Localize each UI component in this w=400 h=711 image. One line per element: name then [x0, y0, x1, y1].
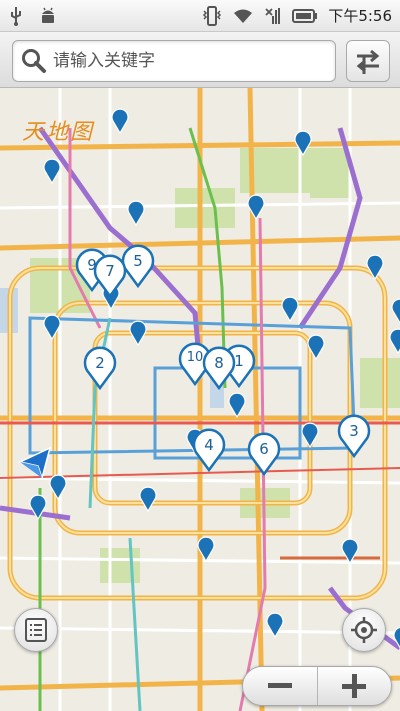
numbered-marker[interactable]: 8	[201, 346, 237, 391]
search-icon	[22, 49, 46, 73]
poi-marker[interactable]	[128, 320, 148, 346]
numbered-marker[interactable]: 3	[336, 414, 372, 459]
vibrate-icon	[203, 5, 222, 26]
clock: 下午5:56	[328, 7, 392, 25]
zoom-control	[242, 666, 392, 706]
poi-marker[interactable]	[280, 296, 300, 322]
no-signal-icon	[265, 7, 281, 24]
poi-marker[interactable]	[293, 130, 313, 156]
poi-marker[interactable]	[388, 328, 400, 354]
poi-marker[interactable]	[340, 538, 360, 564]
list-icon	[25, 618, 47, 642]
poi-marker[interactable]	[138, 486, 158, 512]
poi-marker[interactable]	[306, 334, 326, 360]
poi-marker[interactable]	[42, 314, 62, 340]
numbered-marker[interactable]: 2	[82, 346, 118, 391]
numbered-marker[interactable]: 4	[191, 428, 227, 473]
poi-marker[interactable]	[392, 626, 400, 652]
crosshair-icon	[351, 617, 377, 643]
status-bar: 下午5:56	[0, 0, 400, 32]
current-location-arrow-icon	[18, 446, 52, 480]
zoom-out-button[interactable]	[243, 667, 318, 705]
poi-marker[interactable]	[28, 494, 48, 520]
marker-label: 7	[105, 262, 115, 280]
marker-label: 2	[95, 354, 105, 372]
numbered-marker[interactable]: 6	[246, 432, 282, 477]
marker-label: 8	[214, 354, 224, 372]
poi-marker[interactable]	[110, 108, 130, 134]
marker-label: 4	[204, 436, 214, 454]
marker-label: 3	[349, 422, 359, 440]
android-debug-icon	[42, 7, 54, 23]
search-bar	[0, 32, 400, 88]
route-switch-icon	[356, 49, 380, 74]
list-button[interactable]	[14, 608, 58, 652]
zoom-in-button[interactable]	[318, 667, 392, 705]
search-input[interactable]	[53, 51, 323, 71]
route-button[interactable]	[346, 40, 390, 82]
poi-marker[interactable]	[126, 200, 146, 226]
marker-label: 6	[259, 440, 269, 458]
battery-icon	[292, 8, 318, 23]
poi-marker[interactable]	[265, 612, 285, 638]
wifi-icon	[234, 9, 253, 23]
numbered-marker[interactable]: 7	[92, 254, 128, 299]
poi-marker[interactable]	[227, 392, 247, 418]
poi-marker[interactable]	[390, 298, 400, 324]
poi-marker[interactable]	[300, 422, 320, 448]
usb-icon	[11, 6, 21, 26]
minus-icon	[267, 683, 292, 688]
poi-marker[interactable]	[42, 158, 62, 184]
search-box[interactable]	[12, 40, 336, 82]
poi-marker[interactable]	[246, 194, 266, 220]
map-view[interactable]: 天地图 9 5 7 2 1 10 8 4 6 3	[0, 88, 400, 711]
poi-marker[interactable]	[365, 254, 385, 280]
poi-marker[interactable]	[196, 536, 216, 562]
locate-button[interactable]	[342, 608, 386, 652]
plus-icon	[342, 674, 367, 698]
map-logo: 天地图	[22, 120, 95, 145]
